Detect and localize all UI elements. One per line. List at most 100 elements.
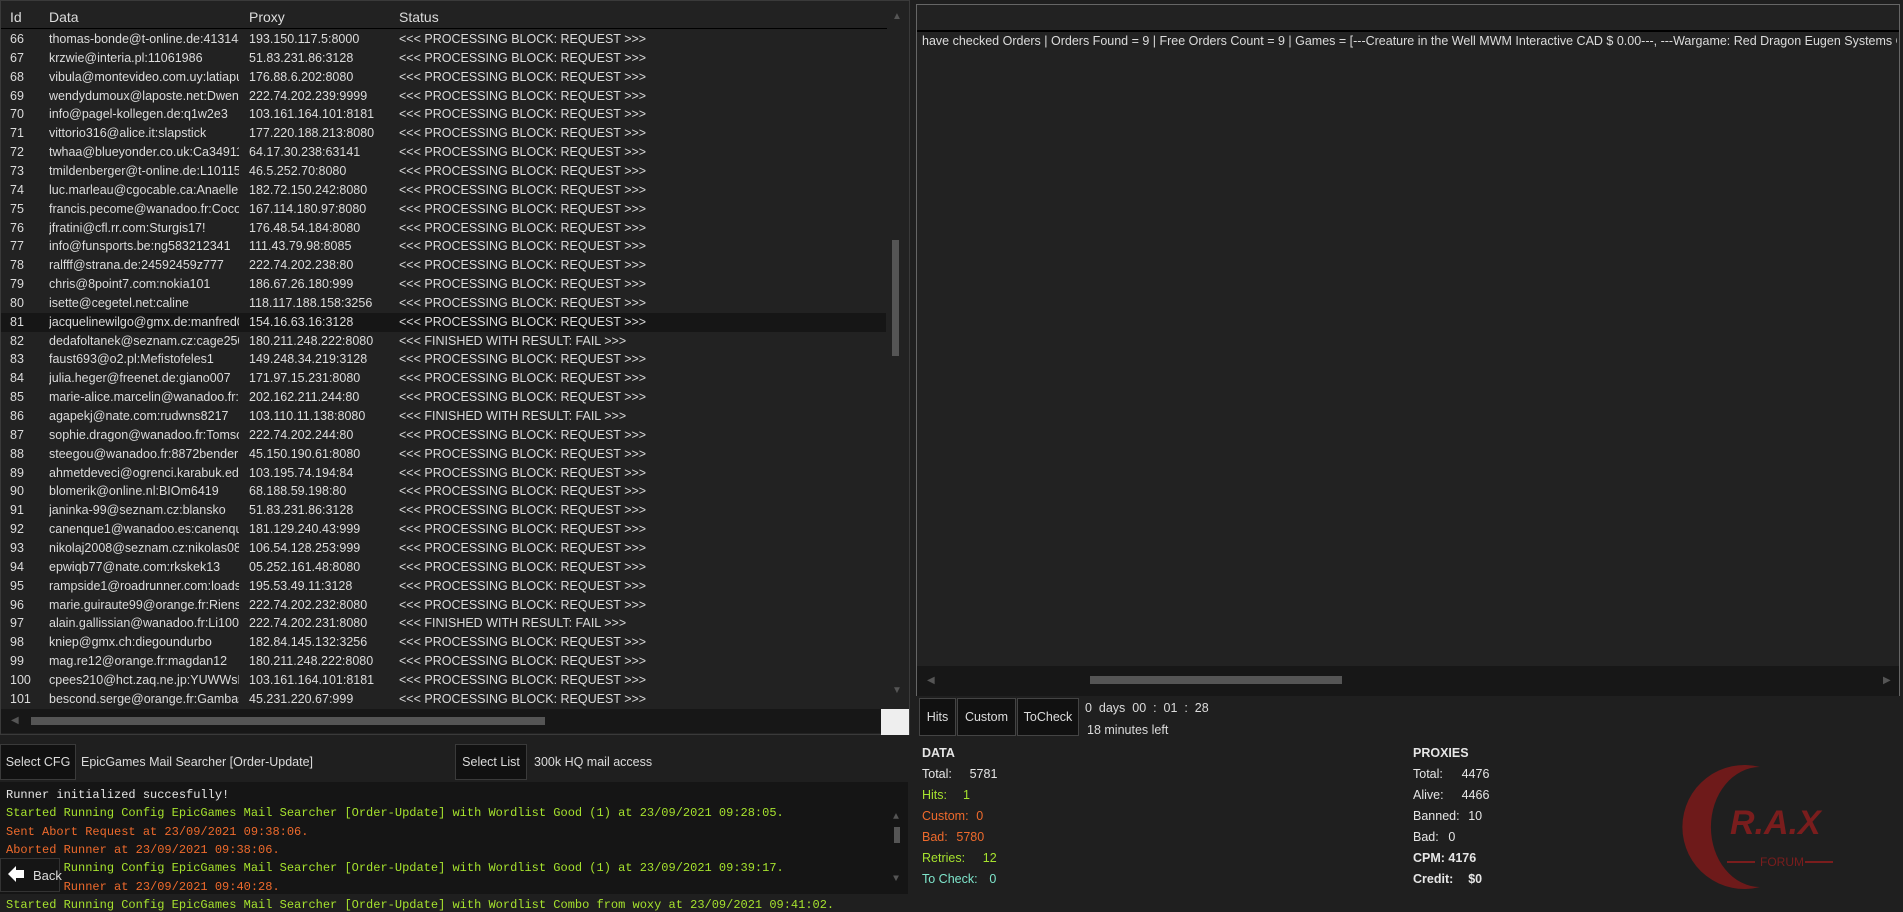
table-row[interactable]: 73 tmildenberger@t-online.de:L10115 46.5.2… xyxy=(1,162,886,181)
table-row[interactable]: 88 steegou@wanadoo.fr:8872bender 45.150.19… xyxy=(1,445,886,464)
row-data: alain.gallissian@wanadoo.fr:Li10078 xyxy=(49,616,239,631)
row-proxy: 46.5.252.70:8080 xyxy=(249,163,347,178)
proxy-stat-value: 4176 xyxy=(1448,850,1477,865)
table-row[interactable]: 81 jacquelinewilgo@gmx.de:manfred0 154.16.… xyxy=(1,312,886,332)
scroll-corner xyxy=(881,709,909,735)
scroll-left-icon[interactable]: ◀ xyxy=(927,675,935,686)
scroll-down-icon[interactable]: ▼ xyxy=(893,874,899,885)
table-row[interactable]: 85 marie-alice.marcelin@wanadoo.fr:9 202.1… xyxy=(1,388,886,407)
row-proxy: 167.114.180.97:8080 xyxy=(249,201,367,216)
table-row[interactable]: 79 chris@8point7.com:nokia101 186.67.26.18… xyxy=(1,275,886,294)
scroll-thumb[interactable] xyxy=(1090,676,1342,684)
back-label: Back xyxy=(33,867,62,883)
custom-button[interactable]: Custom xyxy=(957,698,1016,736)
column-header-id[interactable]: Id xyxy=(10,9,50,25)
table-row[interactable]: 87 sophie.dragon@wanadoo.fr:Tomsop 222.74.… xyxy=(1,426,886,445)
back-button[interactable]: Back xyxy=(0,858,62,892)
table-row[interactable]: 101 bescond.serge@orange.fr:Gambas2 45.231… xyxy=(1,690,886,709)
table-row[interactable]: 67 krzwie@interia.pl:11061986 51.83.231.86… xyxy=(1,49,886,68)
table-row[interactable]: 100 cpees210@hct.zaq.ne.jp:YUWWsEU 103.161… xyxy=(1,671,886,690)
table-row[interactable]: 76 jfratini@cfl.rr.com:Sturgis17! 176.48.5… xyxy=(1,219,886,238)
table-row[interactable]: 95 rampside1@roadrunner.com:loadsi 195.53.… xyxy=(1,577,886,596)
table-row[interactable]: 66 thomas-bonde@t-online.de:413148 193.150… xyxy=(1,30,886,49)
scroll-thumb[interactable] xyxy=(892,240,899,356)
stat-value: 1 xyxy=(963,787,970,802)
row-data: rampside1@roadrunner.com:loadsi xyxy=(49,578,239,593)
table-row[interactable]: 86 agapekj@nate.com:rudwns8217 103.110.11.… xyxy=(1,407,886,426)
row-proxy: 182.84.145.132:3256 xyxy=(249,635,368,650)
scroll-down-icon[interactable]: ▼ xyxy=(892,685,902,696)
row-id: 82 xyxy=(10,333,24,348)
row-status: <<< PROCESSING BLOCK: REQUEST >>> xyxy=(399,635,647,650)
table-row[interactable]: 83 faust693@o2.pl:Mefistofeles1 149.248.34… xyxy=(1,350,886,369)
output-horizontal-scrollbar[interactable]: ◀ ▶ xyxy=(917,666,1899,696)
row-id: 78 xyxy=(10,258,24,273)
scroll-up-icon[interactable]: ▲ xyxy=(892,11,902,22)
select-cfg-button[interactable]: Select CFG xyxy=(0,744,76,780)
column-header-proxy[interactable]: Proxy xyxy=(249,9,394,25)
scroll-right-icon[interactable]: ▶ xyxy=(1883,675,1891,686)
row-data: jacquelinewilgo@gmx.de:manfred0 xyxy=(49,314,239,329)
tocheck-button[interactable]: ToCheck xyxy=(1017,698,1079,736)
hits-button[interactable]: Hits xyxy=(919,698,956,736)
log-line: Aborted Runner at 23/09/2021 09:38:06. xyxy=(6,842,280,857)
table-row[interactable]: 77 info@funsports.be:ng583212341 111.43.79… xyxy=(1,237,886,256)
table-row[interactable]: 89 ahmetdeveci@ogrenci.karabuk.edu. 103.19… xyxy=(1,464,886,483)
row-id: 71 xyxy=(10,126,24,141)
table-row[interactable]: 84 julia.heger@freenet.de:giano007 171.97.… xyxy=(1,369,886,388)
grid-header: Id Data Proxy Status xyxy=(1,5,906,29)
table-row[interactable]: 92 canenque1@wanadoo.es:canenque 181.129.2… xyxy=(1,520,886,539)
table-row[interactable]: 78 ralfff@strana.de:24592459z777 222.74.20… xyxy=(1,256,886,275)
proxy-stat-label: CPM: xyxy=(1413,850,1445,865)
proxy-stats-title: PROXIES xyxy=(1413,746,1469,760)
stat-label: Bad: xyxy=(922,829,948,844)
table-row[interactable]: 75 francis.pecome@wanadoo.fr:Coco7 167.114… xyxy=(1,200,886,219)
row-proxy: 171.97.15.231:8080 xyxy=(249,371,361,386)
vertical-scrollbar[interactable]: ▲ ▼ xyxy=(887,1,906,709)
table-row[interactable]: 72 twhaa@blueyonder.co.uk:Ca349111 64.17.3… xyxy=(1,143,886,162)
stat-value: 0 xyxy=(976,808,984,823)
table-row[interactable]: 80 isette@cegetel.net:caline 118.117.188.1… xyxy=(1,294,886,313)
table-row[interactable]: 90 blomerik@online.nl:BIOm6419 68.188.59.1… xyxy=(1,482,886,501)
log-scroll-thumb[interactable] xyxy=(894,827,900,843)
table-row[interactable]: 93 nikolaj2008@seznam.cz:nikolas08 106.54.… xyxy=(1,539,886,558)
row-status: <<< PROCESSING BLOCK: REQUEST >>> xyxy=(399,484,647,499)
row-proxy: 103.161.164.101:8181 xyxy=(249,672,375,687)
scroll-thumb[interactable] xyxy=(31,717,545,725)
table-row[interactable]: 94 epwiqb77@nate.com:rkskek13 05.252.161.4… xyxy=(1,558,886,577)
column-header-status[interactable]: Status xyxy=(399,9,879,25)
row-proxy: 68.188.59.198:80 xyxy=(249,484,347,499)
column-header-data[interactable]: Data xyxy=(49,9,239,25)
table-row[interactable]: 82 dedafoltanek@seznam.cz:cage2508 180.211… xyxy=(1,332,886,351)
select-list-button[interactable]: Select List xyxy=(455,744,527,780)
table-row[interactable]: 91 janinka-99@seznam.cz:blansko 51.83.231.… xyxy=(1,501,886,520)
proxy-stat-value: 4476 xyxy=(1461,767,1490,781)
row-status: <<< PROCESSING BLOCK: REQUEST >>> xyxy=(399,427,647,442)
row-proxy: 176.48.54.184:8080 xyxy=(249,220,361,235)
horizontal-scrollbar[interactable]: ◀ xyxy=(1,709,887,733)
row-data: thomas-bonde@t-online.de:413148 xyxy=(49,32,239,46)
row-data: vittorio316@alice.it:slapstick xyxy=(49,126,207,141)
table-row[interactable]: 74 luc.marleau@cgocable.ca:Anaelle11 182.7… xyxy=(1,181,886,200)
row-status: <<< PROCESSING BLOCK: REQUEST >>> xyxy=(399,201,647,216)
table-row[interactable]: 97 alain.gallissian@wanadoo.fr:Li10078 222… xyxy=(1,614,886,633)
scroll-left-icon[interactable]: ◀ xyxy=(11,715,19,726)
row-id: 76 xyxy=(10,220,24,235)
table-row[interactable]: 71 vittorio316@alice.it:slapstick 177.220.… xyxy=(1,124,886,143)
row-status: <<< PROCESSING BLOCK: REQUEST >>> xyxy=(399,258,647,273)
table-row[interactable]: 69 wendydumoux@laposte.net:Dwend 222.74.20… xyxy=(1,87,886,106)
row-id: 86 xyxy=(10,409,24,423)
data-grid[interactable]: Id Data Proxy Status 66 thomas-bonde@t-on… xyxy=(0,0,910,735)
table-row[interactable]: 96 marie.guiraute99@orange.fr:Riens1 222.7… xyxy=(1,596,886,615)
table-row[interactable]: 68 vibula@montevideo.com.uy:latiapu 176.88… xyxy=(1,68,886,87)
table-row[interactable]: 99 mag.re12@orange.fr:magdan12 180.211.248… xyxy=(1,652,886,671)
scroll-up-icon[interactable]: ▲ xyxy=(893,812,899,823)
row-status: <<< PROCESSING BLOCK: REQUEST >>> xyxy=(399,522,647,537)
table-row[interactable]: 98 kniep@gmx.ch:diegoundurbo 182.84.145.13… xyxy=(1,633,886,652)
row-data: tmildenberger@t-online.de:L10115 xyxy=(49,163,239,178)
row-proxy: 202.162.211.244:80 xyxy=(249,390,360,405)
row-proxy: 195.53.49.11:3128 xyxy=(249,578,353,593)
table-row[interactable]: 70 info@pagel-kollegen.de:q1w2e3 103.161.1… xyxy=(1,105,886,124)
row-id: 67 xyxy=(10,50,24,65)
row-proxy: 186.67.26.180:999 xyxy=(249,277,354,292)
